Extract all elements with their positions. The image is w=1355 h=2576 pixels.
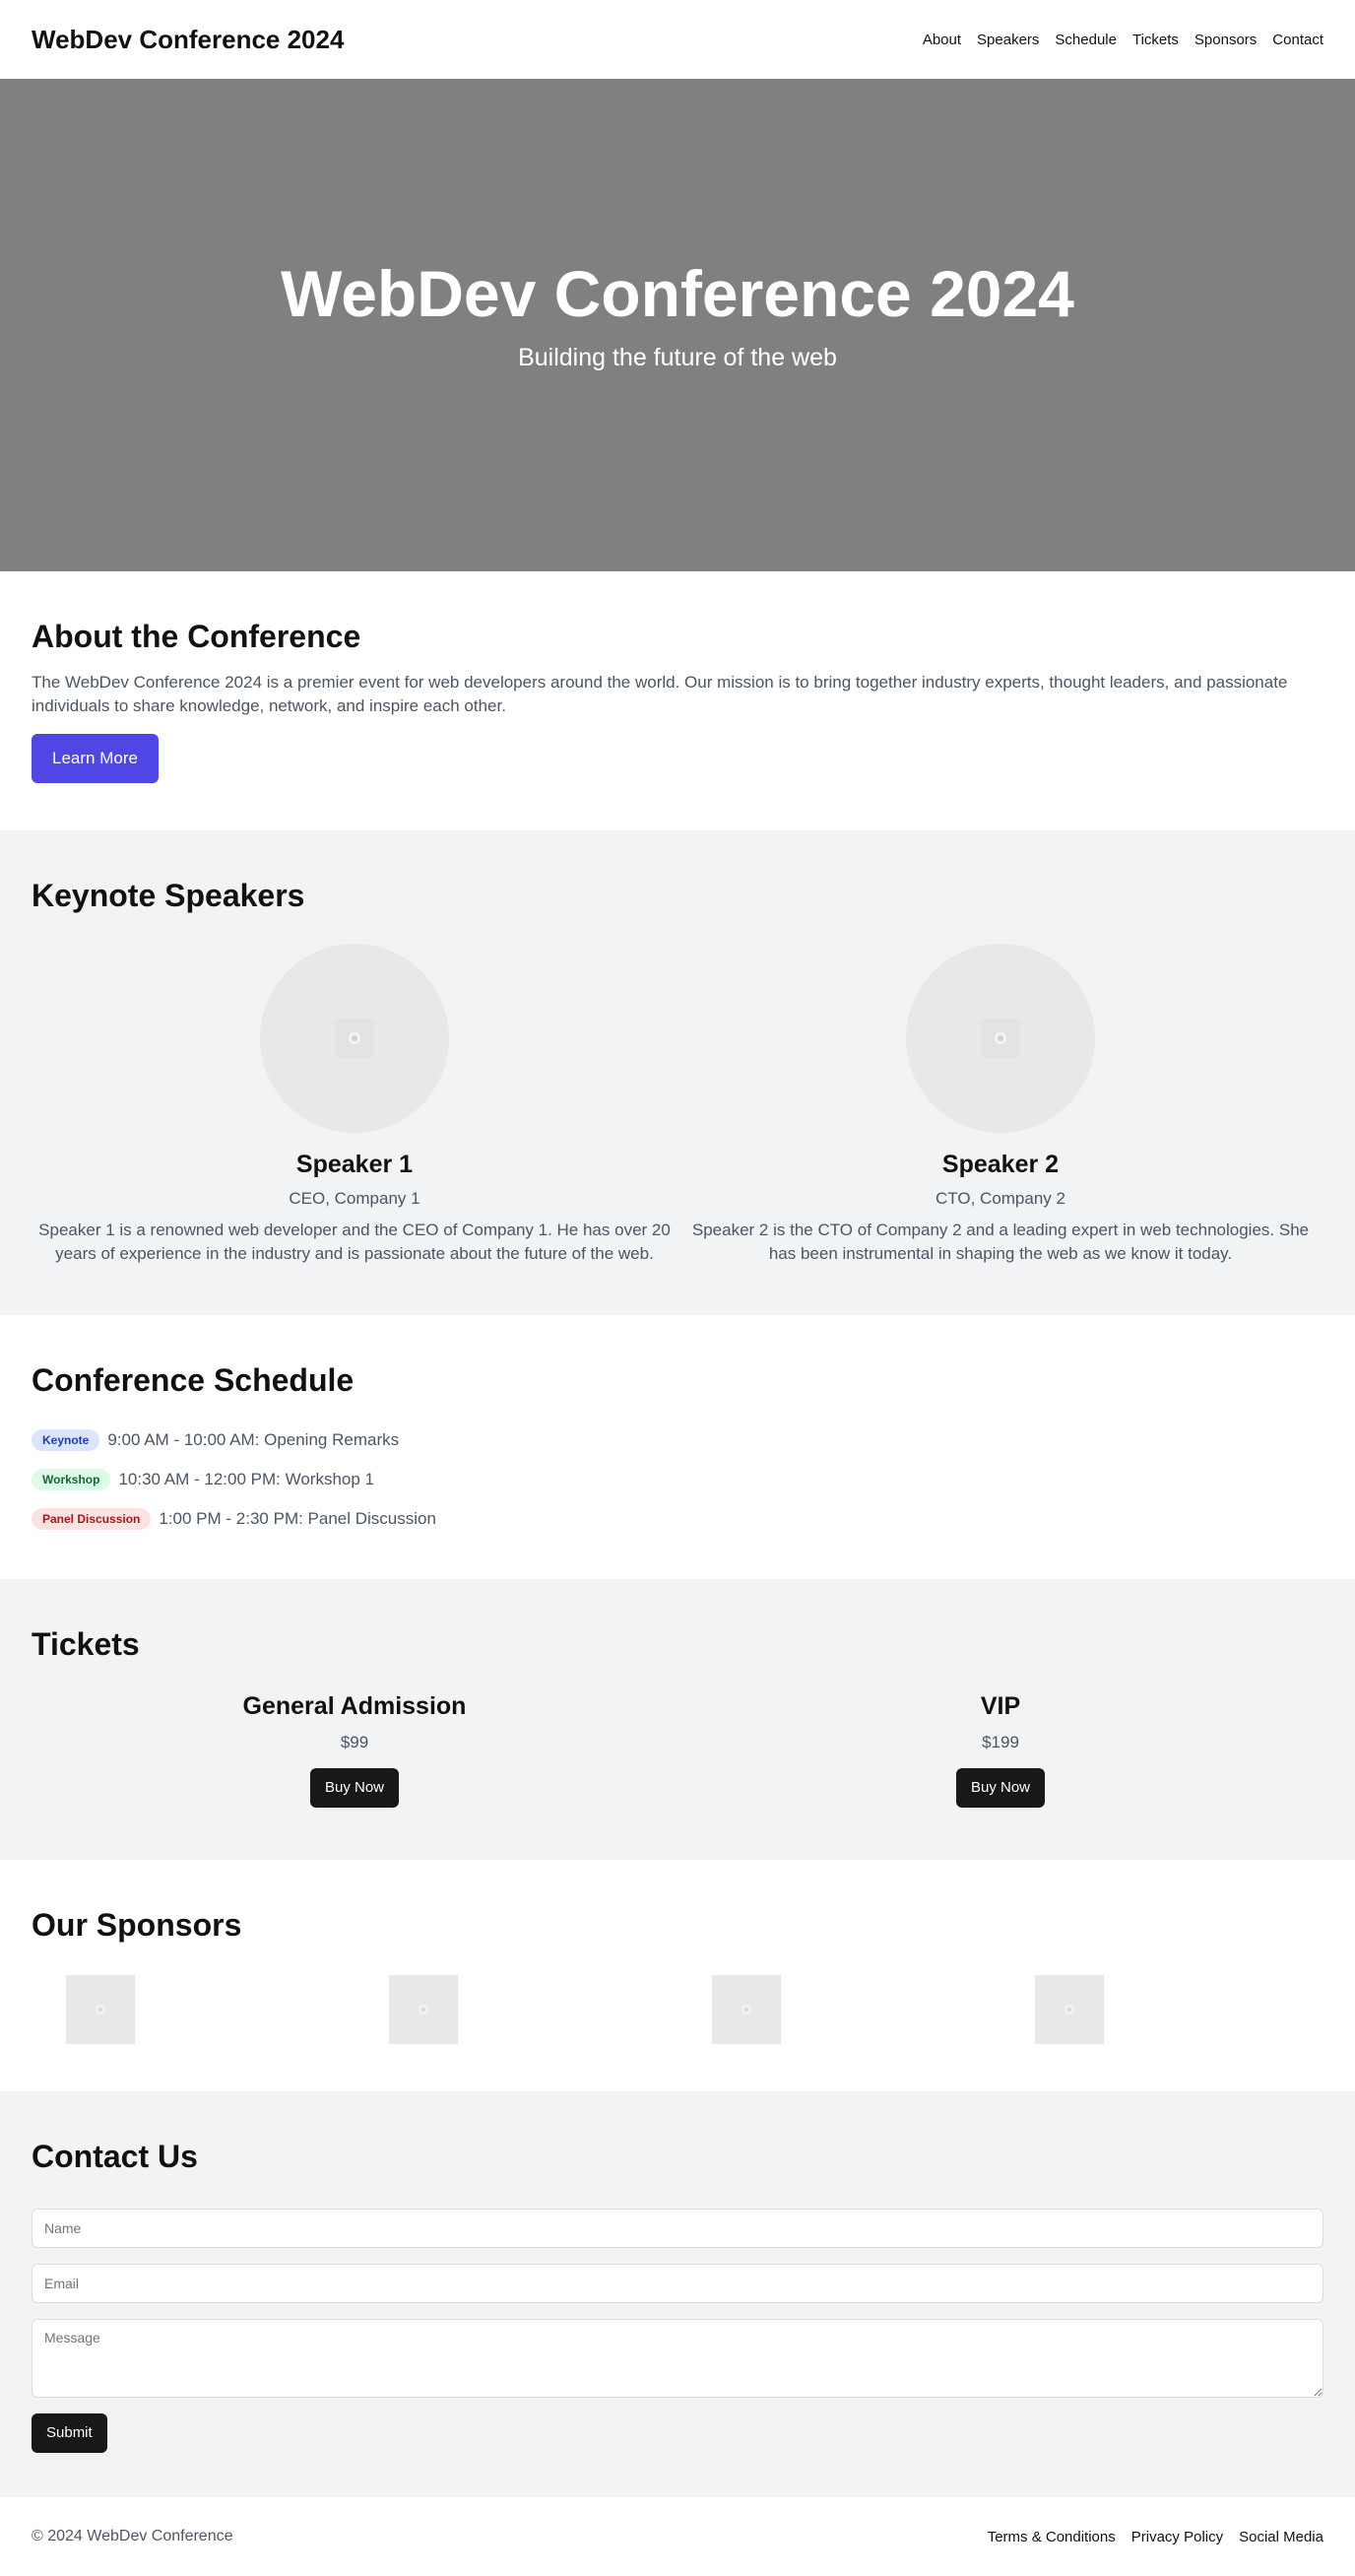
- main-nav: About Speakers Schedule Tickets Sponsors…: [923, 32, 1323, 48]
- sponsor-grid: [32, 1975, 1323, 2044]
- schedule-section: Conference Schedule Keynote 9:00 AM - 10…: [0, 1315, 1355, 1579]
- tickets-heading: Tickets: [32, 1626, 140, 1662]
- sponsor-logo[interactable]: [712, 1975, 781, 2044]
- schedule-list: Keynote 9:00 AM - 10:00 AM: Opening Rema…: [32, 1428, 1323, 1531]
- buy-now-button[interactable]: Buy Now: [955, 1768, 1046, 1808]
- sponsor-item: [1000, 1975, 1323, 2044]
- speaker-role: CEO, Company 1: [289, 1189, 420, 1208]
- footer-link-social[interactable]: Social Media: [1239, 2529, 1323, 2545]
- nav-link-about[interactable]: About: [923, 32, 961, 48]
- hero-subtitle: Building the future of the web: [518, 343, 837, 371]
- schedule-heading: Conference Schedule: [32, 1362, 355, 1398]
- about-text: The WebDev Conference 2024 is a premier …: [32, 673, 1288, 715]
- image-placeholder-icon: [981, 1019, 1020, 1058]
- about-heading: About the Conference: [32, 619, 361, 654]
- nav-link-sponsors[interactable]: Sponsors: [1194, 32, 1257, 48]
- sponsors-section: Our Sponsors: [0, 1860, 1355, 2091]
- badge-keynote: Keynote: [32, 1429, 100, 1451]
- sponsors-heading: Our Sponsors: [32, 1907, 242, 1943]
- nav-link-schedule[interactable]: Schedule: [1055, 32, 1117, 48]
- speaker-bio: Speaker 1 is a renowned web developer an…: [38, 1221, 671, 1263]
- ticket-price: $99: [340, 1733, 369, 1751]
- learn-more-button[interactable]: Learn More: [32, 734, 159, 783]
- about-section: About the Conference The WebDev Conferen…: [0, 571, 1355, 830]
- sponsor-logo[interactable]: [66, 1975, 135, 2044]
- hero-title: WebDev Conference 2024: [281, 257, 1074, 331]
- name-field[interactable]: [32, 2209, 1323, 2248]
- hero-banner: WebDev Conference 2024 Building the futu…: [0, 79, 1355, 571]
- site-footer: © 2024 WebDev Conference Terms & Conditi…: [0, 2497, 1355, 2576]
- schedule-item: Workshop 10:30 AM - 12:00 PM: Workshop 1: [32, 1468, 1323, 1491]
- speaker-bio: Speaker 2 is the CTO of Company 2 and a …: [691, 1221, 1310, 1263]
- buy-now-button[interactable]: Buy Now: [309, 1768, 400, 1808]
- contact-heading: Contact Us: [32, 2139, 198, 2174]
- speaker-photo: [906, 944, 1095, 1133]
- submit-button[interactable]: Submit: [32, 2413, 107, 2453]
- speaker-grid: Speaker 1 CEO, Company 1 Speaker 1 is a …: [32, 944, 1323, 1266]
- speaker-card: Speaker 2 CTO, Company 2 Speaker 2 is th…: [678, 944, 1323, 1266]
- email-field[interactable]: [32, 2264, 1323, 2303]
- contact-section: Contact Us Submit: [0, 2091, 1355, 2497]
- contact-form: Submit: [32, 2209, 1323, 2453]
- tickets-section: Tickets General Admission $99 Buy Now VI…: [0, 1579, 1355, 1860]
- ticket-card: General Admission $99 Buy Now: [32, 1692, 678, 1808]
- ticket-name: VIP: [980, 1692, 1021, 1720]
- speakers-heading: Keynote Speakers: [32, 878, 305, 913]
- image-placeholder-icon: [335, 1019, 374, 1058]
- ticket-card: VIP $199 Buy Now: [678, 1692, 1323, 1808]
- footer-links: Terms & Conditions Privacy Policy Social…: [988, 2529, 1323, 2545]
- schedule-item-text: 10:30 AM - 12:00 PM: Workshop 1: [118, 1470, 374, 1488]
- schedule-item-text: 9:00 AM - 10:00 AM: Opening Remarks: [107, 1430, 400, 1449]
- image-placeholder-icon: [96, 2005, 105, 2015]
- ticket-price: $199: [982, 1733, 1019, 1751]
- speakers-section: Keynote Speakers Speaker 1 CEO, Company …: [0, 830, 1355, 1315]
- nav-link-contact[interactable]: Contact: [1272, 32, 1323, 48]
- speaker-name: Speaker 2: [941, 1151, 1060, 1178]
- sponsor-logo[interactable]: [389, 1975, 458, 2044]
- schedule-item: Keynote 9:00 AM - 10:00 AM: Opening Rema…: [32, 1428, 1323, 1452]
- footer-link-terms[interactable]: Terms & Conditions: [988, 2529, 1116, 2545]
- schedule-item: Panel Discussion 1:00 PM - 2:30 PM: Pane…: [32, 1507, 1323, 1531]
- nav-link-tickets[interactable]: Tickets: [1132, 32, 1179, 48]
- speaker-card: Speaker 1 CEO, Company 1 Speaker 1 is a …: [32, 944, 678, 1266]
- brand-title[interactable]: WebDev Conference 2024: [32, 25, 344, 55]
- speaker-name: Speaker 1: [295, 1151, 414, 1178]
- sponsor-item: [678, 1975, 1000, 2044]
- footer-link-privacy[interactable]: Privacy Policy: [1131, 2529, 1223, 2545]
- speaker-photo: [260, 944, 449, 1133]
- ticket-grid: General Admission $99 Buy Now VIP $199 B…: [32, 1692, 1323, 1808]
- image-placeholder-icon: [1065, 2005, 1074, 2015]
- image-placeholder-icon: [419, 2005, 428, 2015]
- image-placeholder-icon: [742, 2005, 751, 2015]
- site-header: WebDev Conference 2024 About Speakers Sc…: [0, 0, 1355, 79]
- sponsor-item: [355, 1975, 678, 2044]
- message-field[interactable]: [32, 2319, 1323, 2398]
- nav-link-speakers[interactable]: Speakers: [977, 32, 1039, 48]
- sponsor-logo[interactable]: [1035, 1975, 1104, 2044]
- speaker-role: CTO, Company 2: [936, 1189, 1065, 1208]
- badge-workshop: Workshop: [32, 1469, 111, 1490]
- schedule-item-text: 1:00 PM - 2:30 PM: Panel Discussion: [159, 1509, 436, 1528]
- copyright-text: © 2024 WebDev Conference: [32, 2528, 233, 2544]
- sponsor-item: [32, 1975, 355, 2044]
- badge-panel-discussion: Panel Discussion: [32, 1508, 152, 1530]
- ticket-name: General Admission: [242, 1692, 467, 1720]
